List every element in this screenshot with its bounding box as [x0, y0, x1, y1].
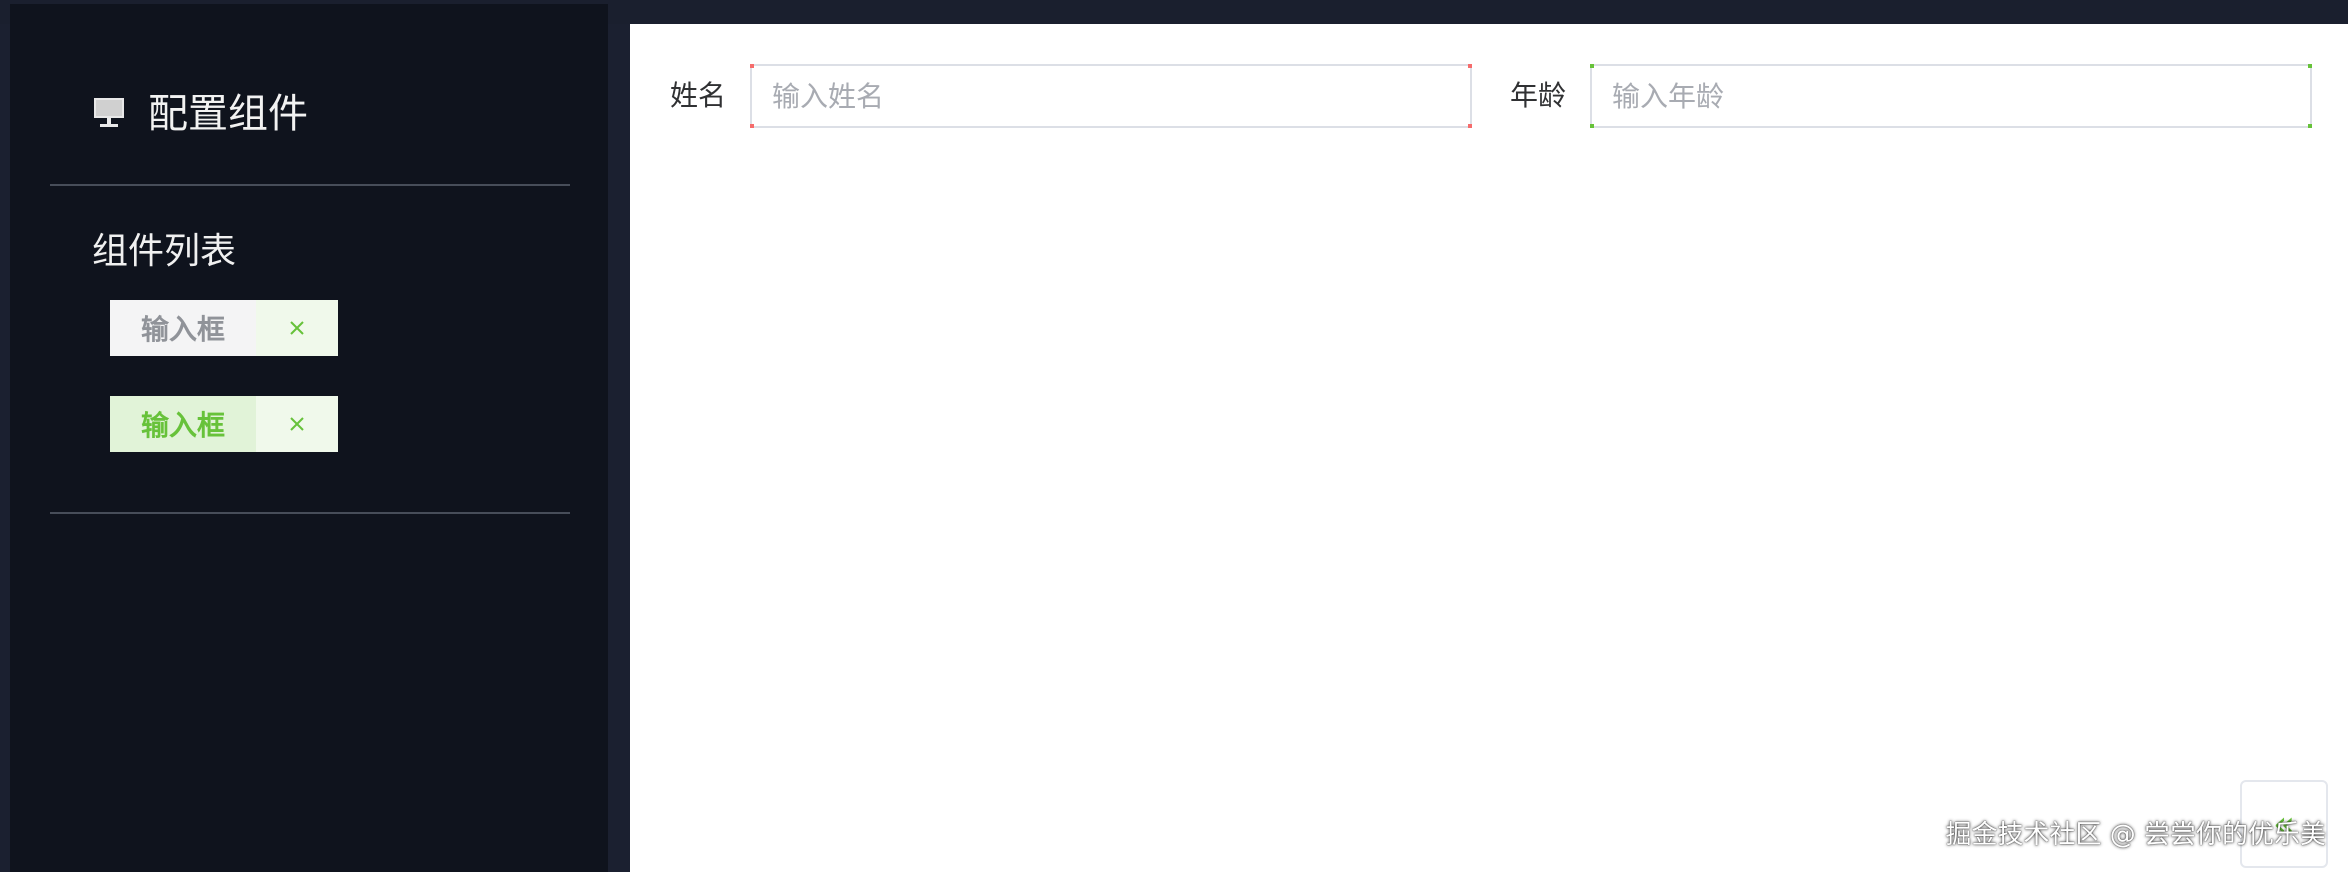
- form-canvas: ~ 姓名 年龄 «: [630, 24, 2348, 872]
- sidebar: 配置组件 组件列表 输入框 输入框: [10, 4, 608, 872]
- selection-corner: [750, 64, 754, 68]
- age-field-label: 年龄: [1510, 79, 1567, 112]
- monitor-icon: [94, 98, 124, 130]
- component-tag-label[interactable]: 输入框: [110, 396, 256, 452]
- name-field-label: 姓名: [670, 79, 727, 112]
- sidebar-divider-bottom: [50, 512, 570, 514]
- selection-corner: [750, 124, 754, 128]
- sidebar-title: 配置组件: [148, 91, 308, 137]
- selection-corner: [2308, 64, 2312, 68]
- selection-corner: [1468, 124, 1472, 128]
- footer-credit: 掘金技术社区 @ 尝尝你的优乐美: [1945, 820, 2326, 850]
- sidebar-header: 配置组件: [94, 90, 308, 138]
- close-icon[interactable]: [256, 396, 338, 452]
- selection-corner: [2308, 124, 2312, 128]
- selection-corner: [1468, 64, 1472, 68]
- component-tag-input-2[interactable]: 输入框: [110, 396, 338, 452]
- selection-corner: [1590, 64, 1594, 68]
- age-input[interactable]: [1590, 64, 2312, 128]
- component-list-title: 组件列表: [92, 231, 237, 272]
- component-tag-input-1[interactable]: 输入框: [110, 300, 338, 356]
- selection-corner: [1590, 124, 1594, 128]
- sidebar-divider-top: [50, 184, 570, 186]
- name-input[interactable]: [750, 64, 1472, 128]
- close-icon[interactable]: [256, 300, 338, 356]
- component-tag-label[interactable]: 输入框: [110, 300, 256, 356]
